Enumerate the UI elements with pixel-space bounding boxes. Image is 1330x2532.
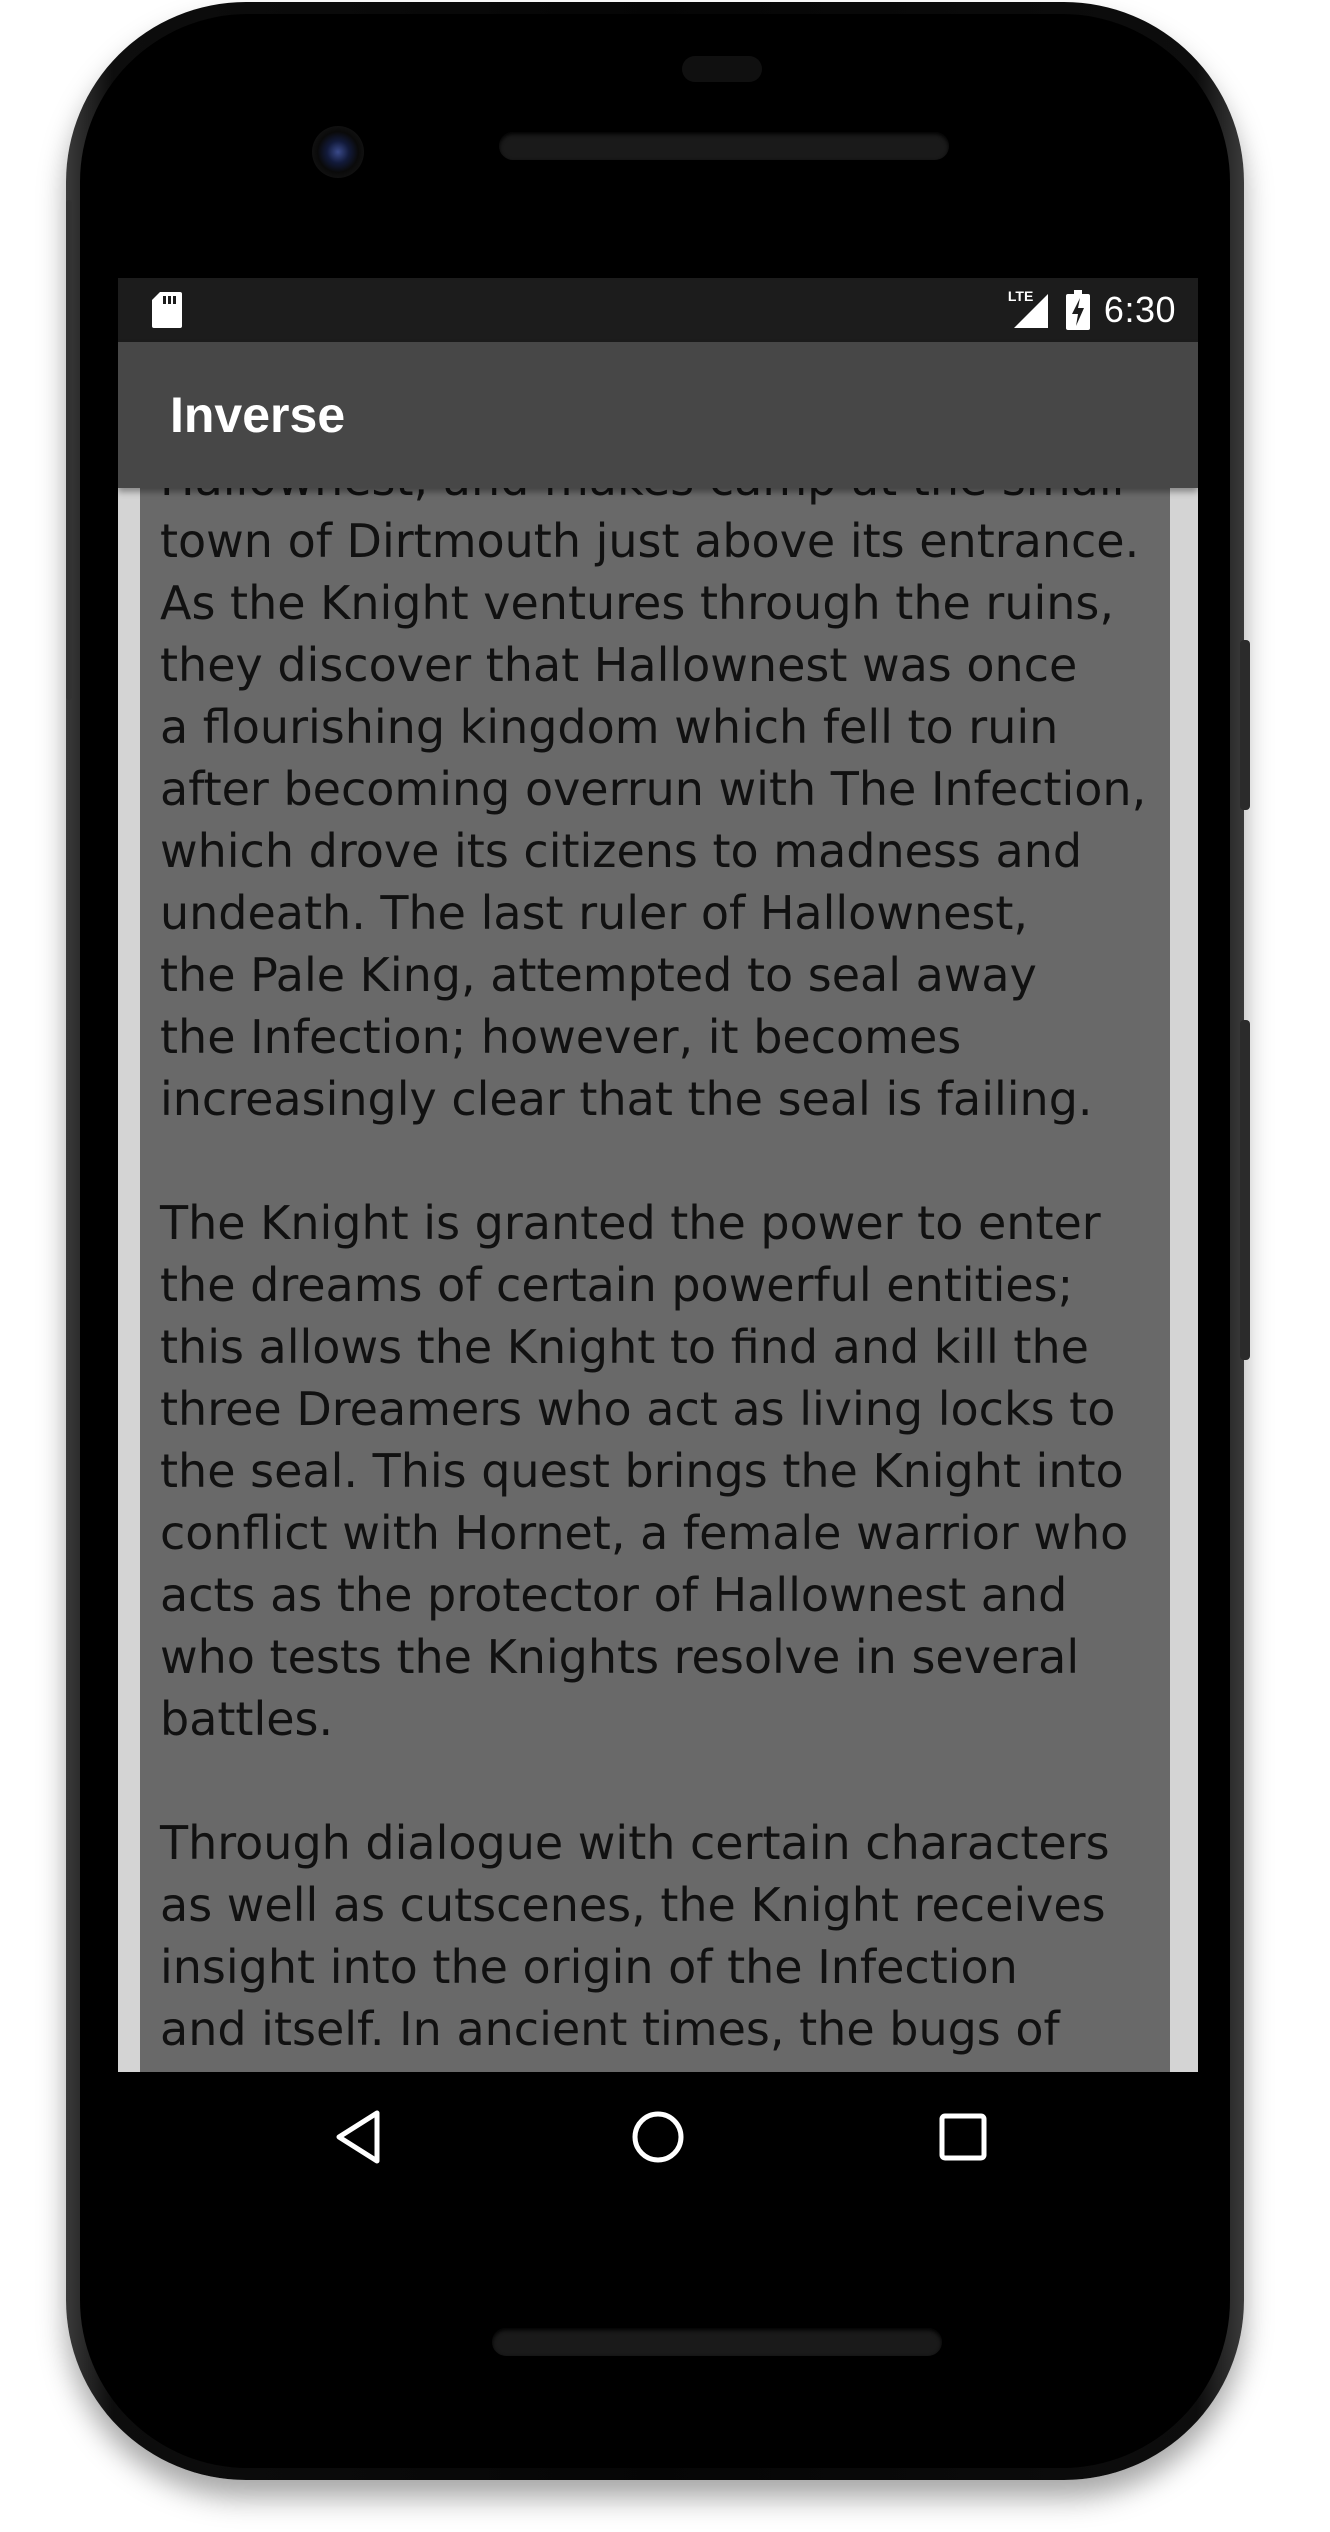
home-icon[interactable] [623,2102,693,2172]
status-bar: LTE 6:30 [118,278,1198,342]
proximity-sensor [682,56,762,82]
volume-button[interactable] [1240,640,1250,810]
lte-signal-icon: LTE [1008,288,1052,332]
article-text: Hallownest, and makes camp at the small … [160,488,1162,2072]
battery-charging-icon [1065,290,1090,330]
earpiece-speaker [499,132,949,160]
status-time: 6:30 [1103,289,1176,330]
bottom-speaker [492,2328,942,2356]
article-paragraph: Hallownest, and makes camp at the small … [160,488,1147,1126]
sd-card-icon [152,292,182,328]
side-trim-left [66,200,72,700]
power-button[interactable] [1240,1020,1250,1360]
status-icons: LTE 6:30 [1008,278,1176,342]
recents-icon[interactable] [928,2102,998,2172]
app-bar: Inverse [118,342,1198,488]
article-paragraph: Through dialogue with certain characters… [160,1816,1110,2056]
navigation-bar [118,2072,1198,2202]
app-title: Inverse [170,387,346,443]
front-camera [312,126,364,178]
back-icon[interactable] [323,2102,393,2172]
scroll-view[interactable]: Hallownest, and makes camp at the small … [140,488,1170,2072]
article-paragraph: The Knight is granted the power to enter… [160,1196,1129,1746]
screen: LTE 6:30 Inverse Hallownest, and makes c… [118,278,1198,2072]
content-area[interactable]: Hallownest, and makes camp at the small … [118,488,1198,2072]
